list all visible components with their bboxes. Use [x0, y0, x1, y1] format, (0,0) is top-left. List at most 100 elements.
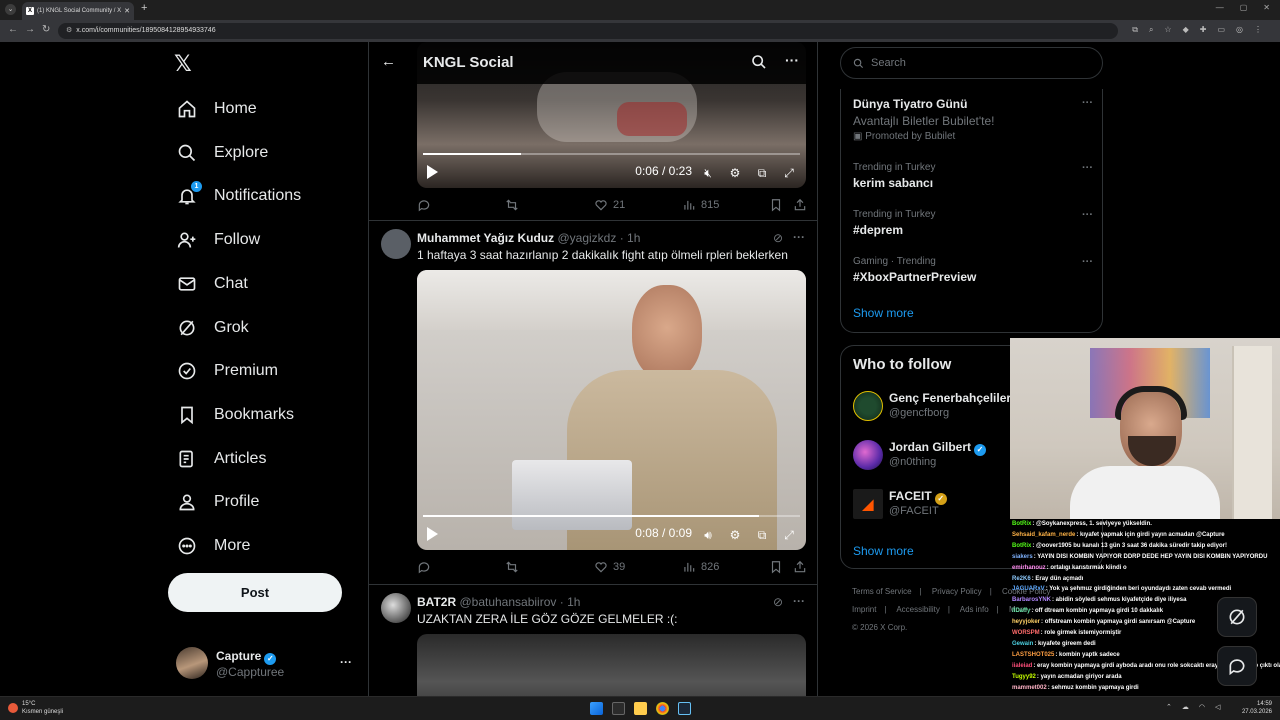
nav-bookmarks[interactable]: Bookmarks [176, 404, 294, 426]
grok-explain-icon[interactable]: ⊘ [773, 231, 783, 245]
nav-follow[interactable]: Follow [176, 229, 260, 251]
trend-more-icon[interactable]: ··· [1082, 162, 1093, 174]
zoom-icon[interactable]: ⌕ [1149, 25, 1153, 35]
tweet-more-icon[interactable]: ··· [793, 230, 805, 244]
reply-icon[interactable] [417, 198, 431, 212]
minimize-icon[interactable]: — [1216, 3, 1224, 12]
maximize-icon[interactable]: ▢ [1240, 3, 1248, 12]
show-more-link[interactable]: Show more [853, 306, 914, 320]
tweet-author-handle[interactable]: @yagizkdz [557, 231, 616, 245]
messages-floating-button[interactable] [1217, 646, 1257, 686]
bookmark-star-icon[interactable]: ☆ [1164, 25, 1171, 35]
forward-nav-icon[interactable]: → [25, 24, 35, 35]
views-button[interactable]: 826 [682, 560, 719, 574]
avatar[interactable] [381, 593, 411, 623]
wifi-icon[interactable]: ◠ [1199, 703, 1205, 711]
share-icon[interactable] [793, 560, 807, 574]
settings-icon[interactable]: ⚙ [728, 166, 742, 180]
window-close-icon[interactable]: ✕ [1263, 3, 1270, 12]
pip-icon[interactable]: ⧉ [755, 528, 769, 542]
footer-link[interactable]: Accessibility [896, 605, 940, 614]
tray-chevron-icon[interactable]: ⌃ [1166, 703, 1172, 711]
video-progress-bar[interactable] [423, 515, 800, 517]
task-view-icon[interactable] [612, 702, 625, 715]
play-icon[interactable] [427, 527, 438, 541]
pip-icon[interactable]: ⧉ [755, 166, 769, 180]
avatar[interactable] [381, 229, 411, 259]
trend-more-icon[interactable]: ··· [1082, 97, 1093, 109]
browser-tab[interactable]: X (1) KNGL Social Community / X ✕ [22, 2, 134, 20]
trend-item[interactable]: Gaming · Trending #XboxPartnerPreview ··… [853, 256, 1093, 284]
trend-more-icon[interactable]: ··· [1082, 209, 1093, 221]
nav-home[interactable]: Home [176, 98, 257, 120]
tweet-time[interactable]: 1h [627, 231, 640, 245]
extension-icon[interactable]: ◆ [1183, 25, 1189, 35]
tab-search-icon[interactable]: ⌄ [5, 4, 16, 15]
trend-item[interactable]: Trending in Turkey #deprem ··· [853, 209, 1093, 237]
play-icon[interactable] [427, 165, 438, 179]
fullscreen-icon[interactable]: ⤢ [782, 528, 796, 542]
like-button[interactable]: 21 [594, 198, 625, 212]
views-button[interactable]: 815 [682, 198, 719, 212]
nav-articles[interactable]: Articles [176, 448, 266, 470]
tweet-author-handle[interactable]: @batuhansabiirov [459, 595, 556, 609]
mute-icon[interactable]: 🔇︎ [701, 166, 715, 180]
weather-widget[interactable]: 15°C Kısmen güneşli [8, 700, 63, 716]
tab-close-icon[interactable]: ✕ [124, 7, 130, 15]
steam-icon[interactable] [678, 702, 691, 715]
start-icon[interactable] [590, 702, 603, 715]
bookmark-action-icon[interactable] [769, 560, 783, 574]
nav-more[interactable]: More [176, 535, 250, 557]
settings-icon[interactable]: ⚙ [728, 528, 742, 542]
back-nav-icon[interactable]: ← [8, 24, 18, 35]
tweet-image[interactable] [417, 634, 806, 696]
trend-item-promoted[interactable]: Dünya Tiyatro Günü Avantajlı Biletler Bu… [853, 97, 1093, 142]
share-icon[interactable] [793, 198, 807, 212]
like-button[interactable]: 39 [594, 560, 625, 574]
tweet-time[interactable]: 1h [567, 595, 580, 609]
site-info-icon[interactable]: ⚙ [66, 27, 72, 34]
browser-menu-icon[interactable]: ⋮ [1254, 25, 1262, 35]
chrome-icon[interactable] [656, 702, 669, 715]
fullscreen-icon[interactable]: ⤢ [782, 166, 796, 180]
footer-link[interactable]: Privacy Policy [932, 587, 982, 596]
tweet-more-icon[interactable]: ··· [793, 594, 805, 608]
nav-premium[interactable]: Premium [176, 360, 278, 382]
new-tab-button[interactable]: + [141, 2, 147, 14]
search-input[interactable]: Search [840, 47, 1103, 79]
install-app-icon[interactable]: ⧉ [1132, 25, 1138, 35]
x-logo-icon[interactable]: 𝕏 [174, 52, 192, 77]
volume-icon[interactable]: 🔊︎ [701, 528, 715, 542]
back-arrow-icon[interactable]: ← [381, 53, 396, 70]
nav-profile[interactable]: Profile [176, 491, 259, 513]
repost-icon[interactable] [505, 560, 519, 574]
url-field[interactable]: ⚙ x.com/i/communities/1895084128954933746 [58, 23, 1118, 39]
nav-notifications[interactable]: 1 Notifications [176, 181, 301, 207]
tweet-author-name[interactable]: BAT2R [417, 595, 456, 609]
account-switcher[interactable]: Capture ✓ @Cappturee ··· [176, 645, 356, 681]
nav-grok[interactable]: Grok [176, 317, 249, 339]
tweet-author-name[interactable]: Muhammet Yağız Kuduz [417, 231, 554, 245]
nav-chat[interactable]: Chat [176, 273, 248, 295]
repost-icon[interactable] [505, 198, 519, 212]
bookmark-action-icon[interactable] [769, 198, 783, 212]
post-button[interactable]: Post [168, 573, 342, 612]
account-more-icon[interactable]: ··· [340, 655, 352, 669]
speaker-icon[interactable]: ◁ [1215, 703, 1220, 711]
clock[interactable]: 14:59 27.03.2026 [1242, 700, 1272, 716]
reply-icon[interactable] [417, 560, 431, 574]
reload-icon[interactable]: ↻ [42, 24, 50, 35]
split-view-icon[interactable]: ▭ [1217, 25, 1225, 35]
cloud-icon[interactable]: ☁ [1182, 703, 1189, 711]
grok-ext-icon[interactable]: ◎ [1236, 25, 1243, 35]
nav-explore[interactable]: Explore [176, 142, 268, 164]
video-progress-bar[interactable] [423, 153, 800, 155]
trend-more-icon[interactable]: ··· [1082, 256, 1093, 268]
search-icon[interactable] [751, 54, 767, 75]
footer-link[interactable]: Imprint [852, 605, 876, 614]
grok-explain-icon[interactable]: ⊘ [773, 595, 783, 609]
trend-item[interactable]: Trending in Turkey kerim sabancı ··· [853, 162, 1093, 190]
grok-floating-button[interactable] [1217, 597, 1257, 637]
show-more-link[interactable]: Show more [853, 544, 914, 558]
video-player[interactable]: 0:08 / 0:09 🔊︎ ⚙ ⧉ ⤢ [417, 270, 806, 550]
